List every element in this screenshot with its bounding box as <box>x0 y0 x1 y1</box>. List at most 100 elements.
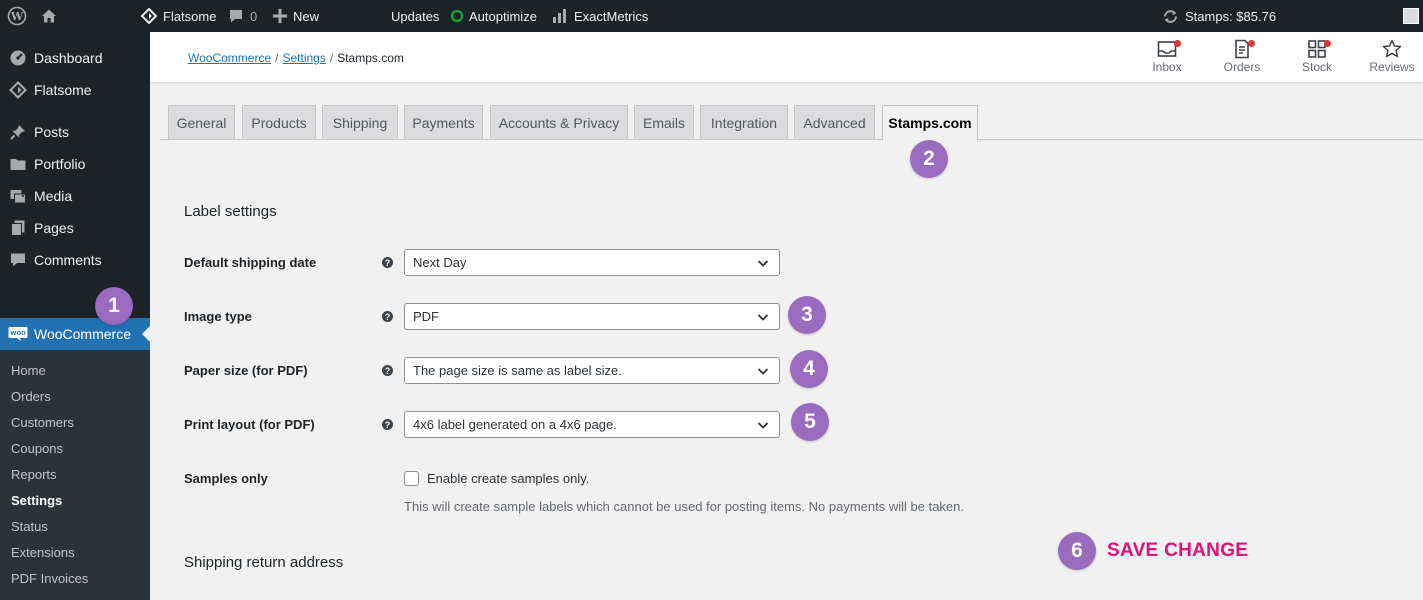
woocommerce-header: WooCommerce / Settings / Stamps.com Inbox Or… <box>150 32 1423 82</box>
orders-icon <box>1233 38 1255 60</box>
tab-integration[interactable]: Integration <box>700 105 788 140</box>
submenu-item-customers[interactable]: Customers <box>11 415 74 430</box>
exactmetrics-label: ExactMetrics <box>574 8 649 24</box>
sidebar-item-woocommerce[interactable]: WOO WooCommerce <box>0 318 150 350</box>
wordpress-logo[interactable]: W <box>7 0 27 32</box>
tab-stamps-com[interactable]: Stamps.com <box>882 105 978 141</box>
label-image-type: Image type <box>184 309 252 324</box>
refresh-icon <box>1162 8 1179 25</box>
help-icon[interactable]: ? <box>382 257 393 268</box>
tab-products[interactable]: Products <box>242 105 316 140</box>
sidebar-item-comments[interactable]: Comments <box>0 244 150 276</box>
stock-button[interactable]: Stock <box>1287 38 1347 78</box>
tab-advanced[interactable]: Advanced <box>794 105 875 140</box>
samples-only-description: This will create sample labels which can… <box>404 499 964 514</box>
avatar[interactable] <box>1403 8 1419 24</box>
select-value: Next Day <box>413 255 467 270</box>
exactmetrics-link[interactable]: ExactMetrics <box>552 0 648 32</box>
autoptimize-link[interactable]: Autoptimize <box>451 0 537 32</box>
submenu-item-reports[interactable]: Reports <box>11 467 57 482</box>
submenu-item-orders[interactable]: Orders <box>11 389 51 404</box>
label-samples-only: Samples only <box>184 471 268 486</box>
updates-link[interactable]: Updates <box>391 0 439 32</box>
reviews-button[interactable]: Reviews <box>1362 38 1422 78</box>
submenu-item-settings[interactable]: Settings <box>11 493 62 508</box>
breadcrumb-woocommerce-link[interactable]: WooCommerce <box>188 51 271 65</box>
plus-icon <box>273 9 287 23</box>
help-icon[interactable]: ? <box>382 419 393 430</box>
submenu-item-coupons[interactable]: Coupons <box>11 441 63 456</box>
help-icon[interactable]: ? <box>382 311 393 322</box>
woo-icon: WOO <box>0 326 34 342</box>
submenu-item-pdf-invoices[interactable]: PDF Invoices <box>11 571 88 586</box>
site-name-link[interactable]: Flatsome <box>141 0 216 32</box>
folder-icon <box>0 155 34 173</box>
select-value: PDF <box>413 309 439 324</box>
autoptimize-label: Autoptimize <box>469 8 537 24</box>
sidebar-item-dashboard[interactable]: Dashboard <box>0 42 150 74</box>
annotation-badge-6: 6 <box>1058 532 1096 570</box>
paper-size-select[interactable]: The page size is same as label size. <box>404 357 780 384</box>
media-icon <box>0 187 34 205</box>
updates-label: Updates <box>391 8 440 24</box>
print-layout-select[interactable]: 4x6 label generated on a 4x6 page. <box>404 411 780 438</box>
breadcrumb-separator: / <box>275 51 279 65</box>
chevron-down-icon <box>757 257 769 272</box>
sidebar-item-label: Posts <box>34 124 70 140</box>
select-value: 4x6 label generated on a 4x6 page. <box>413 417 617 432</box>
stamps-balance-link[interactable]: Stamps: $85.76 <box>1162 0 1276 32</box>
tab-shipping[interactable]: Shipping <box>322 105 398 140</box>
svg-text:W: W <box>10 10 24 23</box>
comment-bubble-icon <box>228 8 244 24</box>
samples-only-checkbox-label[interactable]: Enable create samples only. <box>427 471 589 486</box>
inbox-label: Inbox <box>1152 60 1182 74</box>
breadcrumb-current: Stamps.com <box>337 51 404 65</box>
submenu-item-home[interactable]: Home <box>11 363 46 378</box>
orders-button[interactable]: Orders <box>1212 38 1272 78</box>
dashboard-icon <box>0 49 34 67</box>
settings-tabs: General Products Shipping Payments Accou… <box>160 105 1423 141</box>
sidebar-item-label: Dashboard <box>34 50 103 66</box>
submenu-item-extensions[interactable]: Extensions <box>11 545 75 560</box>
sidebar-item-media[interactable]: Media <box>0 180 150 212</box>
select-value: The page size is same as label size. <box>413 363 622 378</box>
new-label: New <box>293 8 320 24</box>
sidebar-item-flatsome[interactable]: Flatsome <box>0 74 150 106</box>
default-shipping-date-select[interactable]: Next Day <box>404 249 780 276</box>
wordpress-icon: W <box>7 6 27 26</box>
annotation-badge-2: 2 <box>910 140 948 178</box>
status-ring-icon <box>451 10 463 22</box>
samples-only-checkbox[interactable] <box>404 471 419 486</box>
section-title-shipping-return-address: Shipping return address <box>184 554 344 571</box>
home-icon <box>40 7 58 25</box>
orders-label: Orders <box>1223 60 1261 74</box>
sidebar-item-label: Media <box>34 188 73 204</box>
sidebar-item-portfolio[interactable]: Portfolio <box>0 148 150 180</box>
comment-icon <box>0 251 34 269</box>
tab-emails[interactable]: Emails <box>634 105 694 140</box>
new-content-link[interactable]: New <box>273 0 319 32</box>
home-link[interactable] <box>40 0 58 32</box>
tab-payments[interactable]: Payments <box>404 105 483 140</box>
breadcrumb-settings-link[interactable]: Settings <box>282 51 325 65</box>
sidebar-item-posts[interactable]: Posts <box>0 116 150 148</box>
notification-dot <box>1324 40 1331 47</box>
admin-bar: W Flatsome 0 New Updates Autoptimize Exa… <box>0 0 1423 32</box>
woocommerce-submenu: Home Orders Customers Coupons Reports Se… <box>0 350 150 600</box>
inbox-button[interactable]: Inbox <box>1137 38 1197 78</box>
sidebar-item-label: WooCommerce <box>34 326 131 342</box>
annotation-badge-4: 4 <box>790 350 828 388</box>
tab-general[interactable]: General <box>168 105 235 140</box>
annotation-badge-3: 3 <box>788 296 826 334</box>
help-icon[interactable]: ? <box>382 365 393 376</box>
image-type-select[interactable]: PDF <box>404 303 780 330</box>
breadcrumb-separator: / <box>329 51 334 65</box>
sidebar-item-pages[interactable]: Pages <box>0 212 150 244</box>
pin-icon <box>0 123 34 141</box>
inbox-icon <box>1157 38 1181 60</box>
submenu-item-status[interactable]: Status <box>11 519 48 534</box>
comments-link[interactable]: 0 <box>228 0 257 32</box>
site-name: Flatsome <box>163 8 217 24</box>
tab-accounts-privacy[interactable]: Accounts & Privacy <box>490 105 628 140</box>
flatsome-icon <box>0 81 34 99</box>
